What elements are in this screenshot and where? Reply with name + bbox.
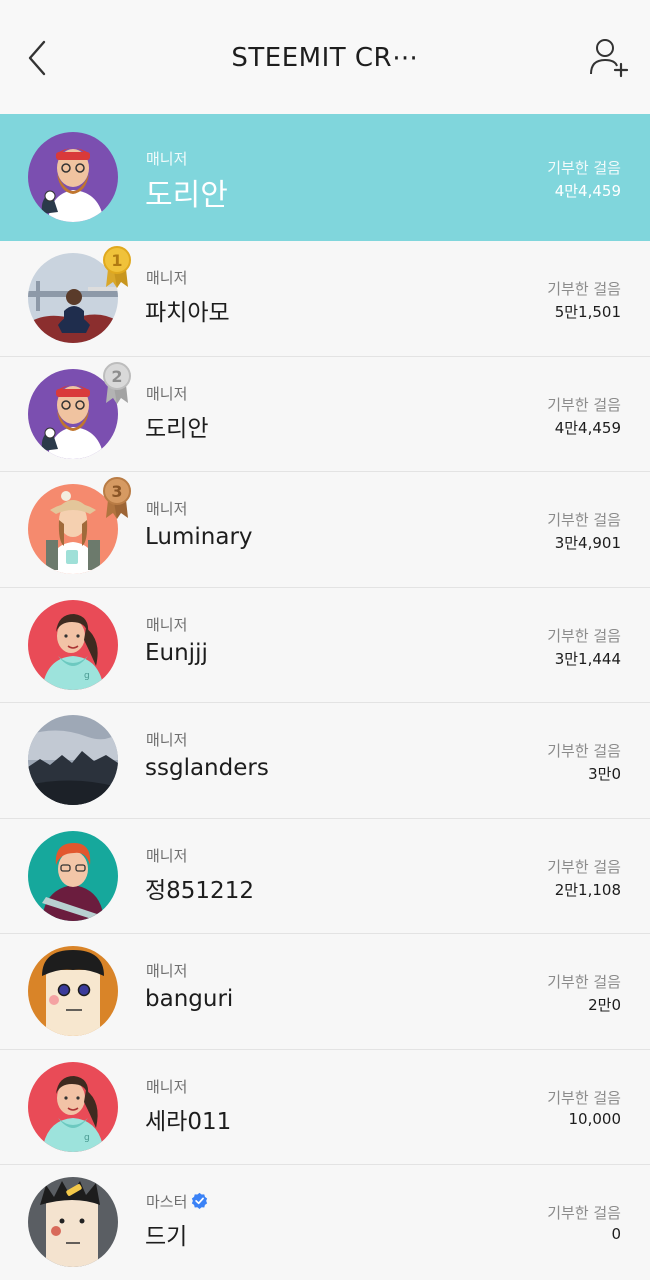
donated-steps-value: 10,000 — [568, 1109, 622, 1128]
member-name: 도리안 — [145, 178, 228, 213]
rank-number: 1 — [111, 251, 122, 270]
avatar — [28, 831, 118, 921]
member-role: 매니저 — [146, 615, 188, 634]
page-title: STEEMIT CR⋯ — [231, 43, 419, 73]
donated-steps-label: 기부한 걸음 — [547, 1204, 621, 1222]
member-name: ssglanders — [145, 755, 269, 781]
back-button[interactable] — [22, 36, 54, 80]
donated-steps-value: 4만4,459 — [554, 182, 621, 200]
list-item[interactable]: 마스터 드기 기부한 걸음 0 — [0, 1165, 650, 1280]
avatar — [28, 946, 118, 1036]
add-user-icon — [590, 39, 629, 78]
member-role: 매니저 — [146, 150, 188, 168]
list-item[interactable]: 매니저 banguri 기부한 걸음 2만0 — [0, 934, 650, 1050]
my-rank-row[interactable]: 매니저 도리안 기부한 걸음 4만4,459 — [0, 114, 650, 241]
verified-badge-icon — [192, 1192, 208, 1209]
avatar — [28, 1062, 118, 1152]
list-item[interactable]: 매니저 세라011 기부한 걸음 10,000 — [0, 1049, 650, 1165]
member-name: 파치아모 — [145, 300, 230, 326]
member-role-text: 마스터 — [146, 1193, 188, 1211]
list-item[interactable]: 매니저 Eunjjj 기부한 걸음 3만1,444 — [0, 587, 650, 703]
avatar — [28, 715, 118, 805]
donated-steps-value: 4만4,459 — [554, 418, 621, 437]
donated-steps-label: 기부한 걸음 — [547, 973, 621, 991]
member-name: 세라011 — [145, 1108, 232, 1135]
top-bar: STEEMIT CR⋯ — [0, 0, 650, 114]
add-member-button[interactable] — [588, 34, 632, 78]
chevron-left-icon — [28, 40, 46, 76]
donated-steps-value: 5만1,501 — [554, 303, 621, 321]
member-name: 정851212 — [145, 877, 254, 904]
member-role: 매니저 — [146, 962, 188, 980]
list-item[interactable]: 매니저 정851212 기부한 걸음 2만1,108 — [0, 818, 650, 934]
donated-steps-value: 0 — [611, 1225, 621, 1243]
donated-steps-label: 기부한 걸음 — [547, 857, 621, 876]
list-item[interactable]: 3 매니저 Luminary 기부한 걸음 3만4,901 — [0, 472, 650, 588]
donated-steps-value: 2만1,108 — [554, 880, 621, 899]
member-role: 매니저 — [146, 1077, 188, 1096]
member-name: banguri — [145, 986, 234, 1012]
member-ranking-list: 매니저 도리안 기부한 걸음 4만4,459 1 매니저 파치아모 기부한 걸음… — [0, 114, 650, 1280]
rank-number: 3 — [111, 482, 122, 501]
member-role: 매니저 — [146, 846, 188, 865]
donated-steps-value: 3만0 — [588, 765, 621, 783]
avatar — [28, 132, 118, 222]
donated-steps-value: 3만1,444 — [554, 649, 621, 668]
gold-medal-icon: 1 — [100, 245, 134, 289]
list-item[interactable]: 1 매니저 파치아모 기부한 걸음 5만1,501 — [0, 241, 650, 357]
list-item[interactable]: 2 매니저 도리안 기부한 걸음 4만4,459 — [0, 356, 650, 472]
avatar — [28, 1177, 118, 1267]
member-name: 도리안 — [145, 415, 209, 442]
donated-steps-value: 3만4,901 — [554, 534, 621, 552]
donated-steps-label: 기부한 걸음 — [547, 1088, 621, 1107]
member-role: 매니저 — [146, 384, 188, 403]
member-role: 매니저 — [146, 731, 188, 749]
member-role: 마스터 — [146, 1191, 208, 1212]
donated-steps-label: 기부한 걸음 — [547, 159, 621, 177]
member-role: 매니저 — [146, 269, 188, 287]
donated-steps-label: 기부한 걸음 — [547, 742, 621, 760]
member-role: 매니저 — [146, 500, 188, 518]
list-item[interactable]: 매니저 ssglanders 기부한 걸음 3만0 — [0, 703, 650, 819]
donated-steps-label: 기부한 걸음 — [547, 395, 621, 414]
silver-medal-icon: 2 — [100, 361, 134, 405]
donated-steps-label: 기부한 걸음 — [547, 511, 621, 529]
donated-steps-value: 2만0 — [588, 996, 621, 1014]
donated-steps-label: 기부한 걸음 — [547, 626, 621, 645]
member-name: 드기 — [145, 1224, 188, 1250]
member-name: Eunjjj — [145, 639, 208, 666]
avatar — [28, 600, 118, 690]
rank-number: 2 — [111, 367, 122, 386]
member-name: Luminary — [145, 524, 253, 550]
donated-steps-label: 기부한 걸음 — [547, 280, 621, 298]
bronze-medal-icon: 3 — [100, 476, 134, 520]
